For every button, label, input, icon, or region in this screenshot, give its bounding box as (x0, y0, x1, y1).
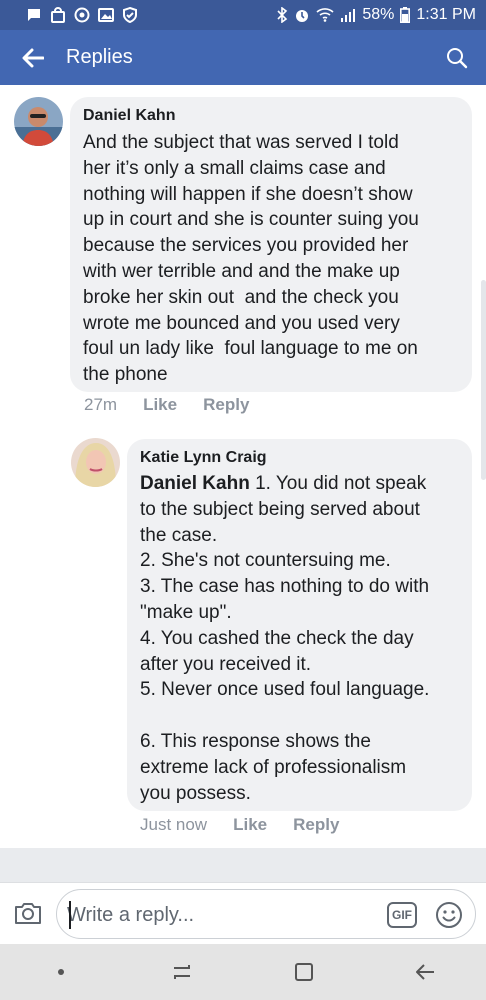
reply-composer: GIF (0, 882, 486, 944)
divider (0, 848, 486, 882)
wifi-icon (316, 8, 334, 22)
system-nav-bar (0, 944, 486, 1000)
nav-back-button[interactable] (395, 944, 455, 1000)
comment-actions: 27m Like Reply (84, 395, 249, 415)
comment-text: And the subject that was served I told h… (83, 132, 419, 386)
tagged-user[interactable]: Daniel Kahn (140, 473, 250, 494)
smiley-icon (436, 902, 462, 928)
target-icon (74, 7, 90, 23)
comment-body: 1. You did not speak to the subject bein… (140, 473, 430, 804)
gif-button[interactable]: GIF (387, 902, 417, 928)
comment-bubble[interactable]: Katie Lynn Craig Daniel Kahn 1. You did … (127, 439, 472, 811)
reply-button[interactable]: Reply (203, 395, 249, 415)
reply-button[interactable]: Reply (293, 815, 339, 835)
avatar-daniel-kahn[interactable] (14, 97, 63, 146)
battery-icon (400, 7, 411, 23)
scroll-indicator (481, 280, 486, 480)
reply-input[interactable] (67, 900, 377, 930)
battery-percent: 58% (362, 6, 395, 23)
back-button[interactable] (8, 30, 58, 85)
notification-icons (26, 7, 138, 23)
gallery-icon (98, 7, 114, 23)
clock: 1:31 PM (416, 6, 476, 23)
recent-apps-icon (174, 965, 191, 979)
camera-icon (15, 903, 41, 924)
text-cursor (69, 901, 71, 929)
comment-actions: Just now Like Reply (140, 815, 339, 835)
home-square-icon (294, 963, 313, 981)
comment-timestamp: 27m (84, 395, 118, 414)
home-button[interactable] (274, 944, 334, 1000)
comment-text: Daniel Kahn 1. You did not speak to the … (140, 471, 470, 806)
shield-check-icon (122, 7, 138, 23)
camera-button[interactable] (12, 897, 44, 929)
back-arrow-icon (22, 48, 44, 67)
search-icon (447, 47, 468, 68)
signal-icon (340, 8, 356, 22)
avatar-katie-lynn-craig[interactable] (71, 438, 120, 487)
comment-timestamp: Just now (140, 815, 208, 834)
search-button[interactable] (432, 30, 482, 85)
emoji-button[interactable] (434, 900, 464, 930)
recent-apps-button[interactable] (152, 944, 212, 1000)
alarm-icon (294, 7, 310, 23)
status-bar: 58% 1:31 PM (0, 0, 486, 30)
replies-thread: Daniel Kahn And the subject that was ser… (0, 85, 486, 848)
bluetooth-icon (276, 7, 288, 23)
shopping-bag-icon (50, 7, 66, 23)
like-button[interactable]: Like (143, 395, 177, 415)
back-arrow-icon (416, 964, 435, 980)
page-title: Replies (66, 46, 133, 68)
comment-author[interactable]: Daniel Kahn (83, 107, 175, 125)
message-icon (26, 7, 42, 23)
nav-dot-button[interactable] (31, 944, 91, 1000)
comment-author[interactable]: Katie Lynn Craig (140, 449, 267, 467)
reply-field[interactable]: GIF (56, 889, 476, 939)
comment-bubble[interactable]: Daniel Kahn And the subject that was ser… (70, 97, 472, 392)
like-button[interactable]: Like (233, 815, 267, 835)
system-status: 58% 1:31 PM (276, 6, 476, 24)
app-bar: Replies (0, 30, 486, 85)
dot-icon (57, 969, 64, 975)
